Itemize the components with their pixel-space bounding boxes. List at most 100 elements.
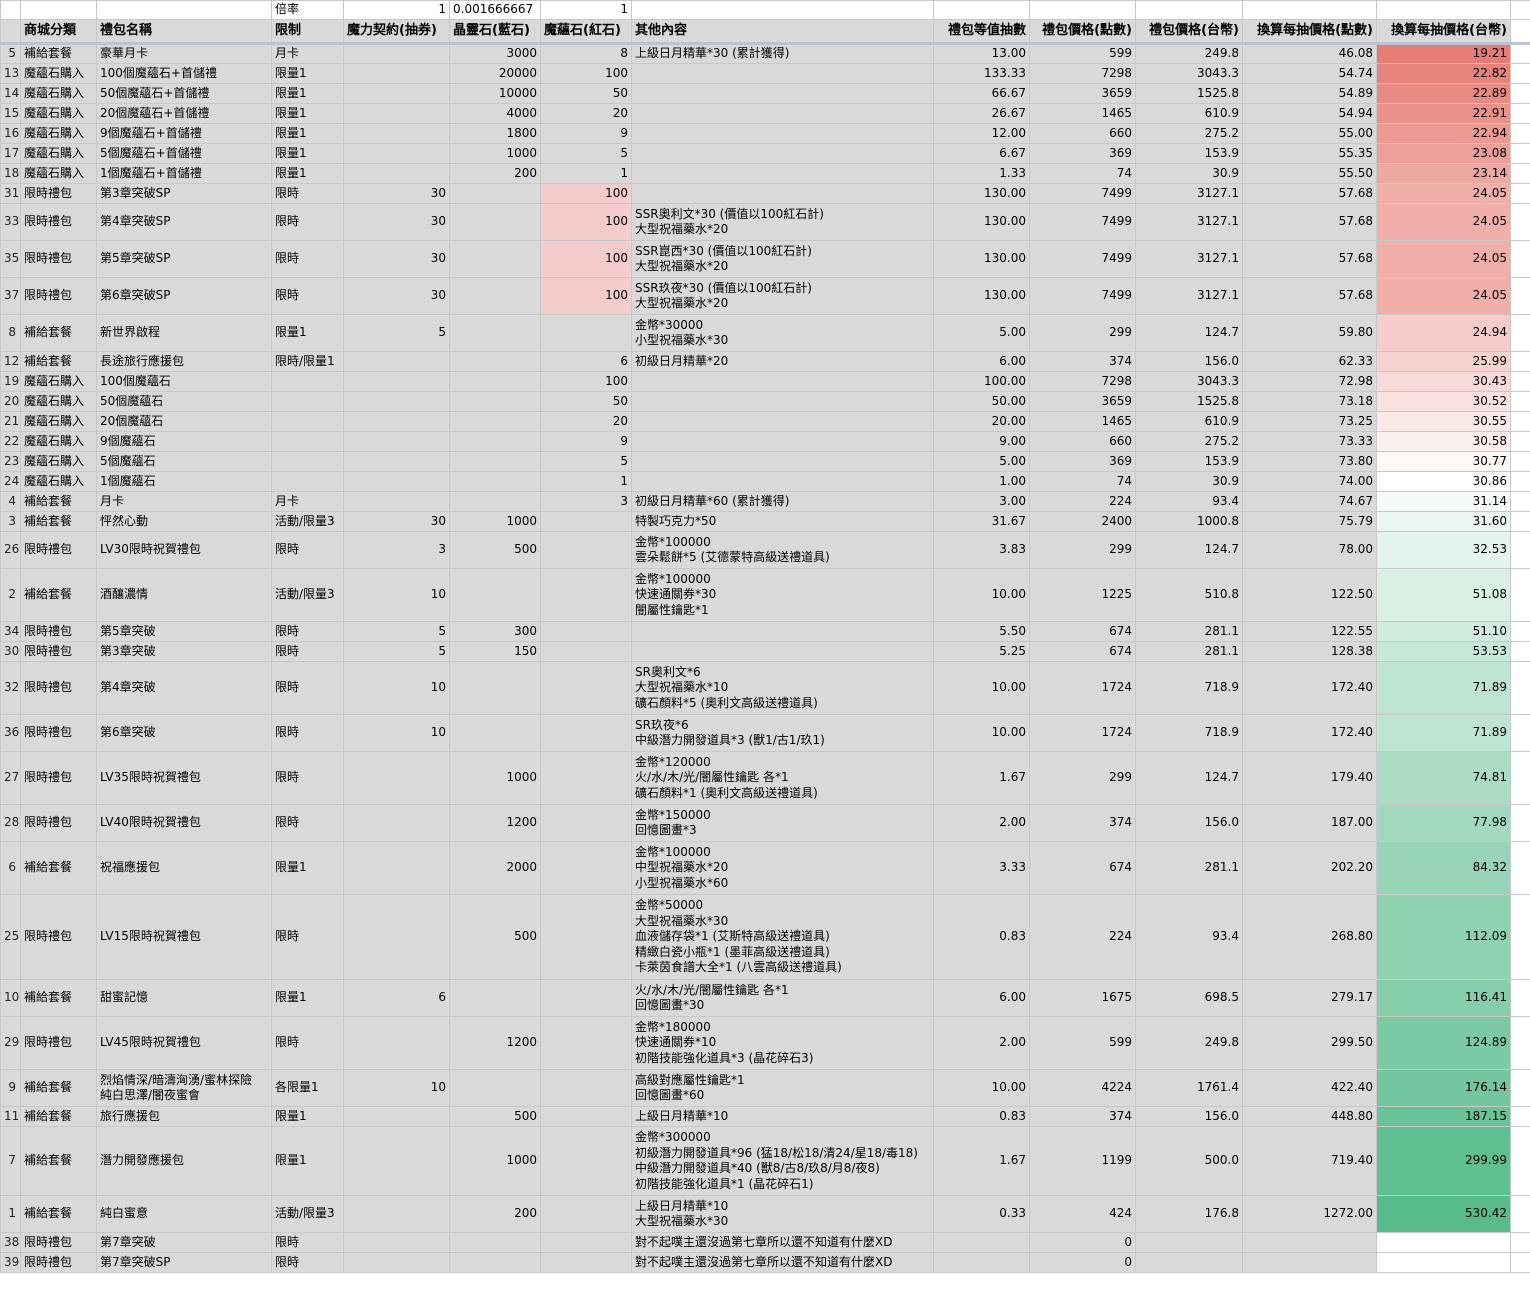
per-pull-points-cell[interactable]: 78.00 — [1242, 531, 1377, 569]
cell[interactable] — [1510, 351, 1530, 372]
header-per-pull-twd[interactable]: 換算每抽價格(台幣) — [1376, 19, 1511, 45]
cell[interactable] — [1510, 568, 1530, 622]
blue-stone-cell[interactable] — [449, 714, 541, 752]
red-stone-cell[interactable] — [540, 1016, 632, 1070]
ticket-cell[interactable]: 30 — [343, 240, 450, 278]
row-number[interactable]: 10 — [0, 979, 21, 1017]
limit-cell[interactable]: 限量1 — [271, 123, 344, 144]
price-twd-cell[interactable]: 3127.1 — [1135, 183, 1243, 204]
per-pull-points-cell[interactable]: 72.98 — [1242, 371, 1377, 392]
per-pull-points-cell[interactable]: 73.33 — [1242, 431, 1377, 452]
multiplier-label[interactable]: 倍率 — [271, 0, 344, 20]
cell[interactable] — [1510, 83, 1530, 104]
red-stone-cell[interactable]: 20 — [540, 411, 632, 432]
category-cell[interactable]: 補給套餐 — [20, 1106, 97, 1127]
header-cell[interactable] — [0, 19, 21, 45]
cell[interactable] — [1510, 203, 1530, 241]
blue-stone-cell[interactable] — [449, 568, 541, 622]
per-pull-twd-cell[interactable]: 30.77 — [1376, 451, 1511, 472]
price-twd-cell[interactable] — [1135, 1232, 1243, 1253]
name-cell[interactable]: 甜蜜記憶 — [96, 979, 272, 1017]
other-content-cell[interactable] — [631, 471, 934, 492]
price-points-cell[interactable]: 1675 — [1029, 979, 1136, 1017]
price-twd-cell[interactable]: 153.9 — [1135, 451, 1243, 472]
ticket-cell[interactable] — [343, 123, 450, 144]
row-number[interactable]: 21 — [0, 411, 21, 432]
per-pull-twd-cell[interactable]: 24.05 — [1376, 277, 1511, 315]
name-cell[interactable]: 第6章突破SP — [96, 277, 272, 315]
name-cell[interactable]: 第7章突破 — [96, 1232, 272, 1253]
red-stone-cell[interactable]: 100 — [540, 240, 632, 278]
other-content-cell[interactable]: SSR玖夜*30 (價值以100紅石計) 大型祝福藥水*20 — [631, 277, 934, 315]
limit-cell[interactable]: 限時 — [271, 277, 344, 315]
ticket-cell[interactable] — [343, 371, 450, 392]
price-points-cell[interactable]: 1724 — [1029, 661, 1136, 715]
per-pull-points-cell[interactable]: 122.55 — [1242, 621, 1377, 642]
blue-stone-cell[interactable] — [449, 203, 541, 241]
row-number[interactable]: 28 — [0, 804, 21, 842]
per-pull-points-cell[interactable]: 202.20 — [1242, 841, 1377, 895]
cell[interactable] — [1029, 0, 1136, 20]
per-pull-twd-cell[interactable]: 30.86 — [1376, 471, 1511, 492]
per-pull-twd-cell[interactable]: 51.10 — [1376, 621, 1511, 642]
other-content-cell[interactable]: 初級日月精華*60 (累計獲得) — [631, 491, 934, 512]
price-points-cell[interactable]: 7499 — [1029, 240, 1136, 278]
per-pull-twd-cell[interactable]: 530.42 — [1376, 1195, 1511, 1233]
cell[interactable] — [1510, 621, 1530, 642]
per-pull-points-cell[interactable]: 57.68 — [1242, 183, 1377, 204]
price-twd-cell[interactable]: 124.7 — [1135, 751, 1243, 805]
equiv-pulls-cell[interactable]: 0.33 — [933, 1195, 1030, 1233]
limit-cell[interactable]: 限時 — [271, 531, 344, 569]
limit-cell[interactable]: 限時 — [271, 203, 344, 241]
equiv-pulls-cell[interactable]: 3.00 — [933, 491, 1030, 512]
category-cell[interactable]: 魔蘊石購入 — [20, 83, 97, 104]
name-cell[interactable]: LV35限時祝賀禮包 — [96, 751, 272, 805]
per-pull-twd-cell[interactable]: 24.05 — [1376, 240, 1511, 278]
ticket-cell[interactable]: 10 — [343, 1069, 450, 1107]
price-twd-cell[interactable]: 718.9 — [1135, 714, 1243, 752]
row-number[interactable]: 8 — [0, 314, 21, 352]
per-pull-twd-cell[interactable]: 22.82 — [1376, 63, 1511, 84]
price-twd-cell[interactable]: 275.2 — [1135, 431, 1243, 452]
other-content-cell[interactable]: 金幣*180000 快速通關券*10 初階技能強化道具*3 (晶花碎石3) — [631, 1016, 934, 1070]
other-content-cell[interactable] — [631, 621, 934, 642]
per-pull-points-cell[interactable]: 57.68 — [1242, 240, 1377, 278]
ticket-cell[interactable]: 10 — [343, 661, 450, 715]
limit-cell[interactable]: 限時 — [271, 1016, 344, 1070]
price-twd-cell[interactable]: 1000.8 — [1135, 511, 1243, 532]
category-cell[interactable]: 補給套餐 — [20, 511, 97, 532]
limit-cell[interactable]: 限時 — [271, 804, 344, 842]
per-pull-twd-cell[interactable]: 22.89 — [1376, 83, 1511, 104]
ticket-cell[interactable] — [343, 491, 450, 512]
blue-stone-cell[interactable] — [449, 183, 541, 204]
equiv-pulls-cell[interactable]: 1.67 — [933, 1126, 1030, 1196]
blue-stone-cell[interactable] — [449, 431, 541, 452]
ticket-cell[interactable] — [343, 1126, 450, 1196]
red-stone-cell[interactable]: 1 — [540, 163, 632, 184]
category-cell[interactable]: 限時禮包 — [20, 894, 97, 980]
per-pull-twd-cell[interactable]: 22.94 — [1376, 123, 1511, 144]
ticket-cell[interactable]: 5 — [343, 621, 450, 642]
cell[interactable] — [96, 0, 272, 20]
per-pull-twd-cell[interactable]: 53.53 — [1376, 641, 1511, 662]
per-pull-twd-cell[interactable]: 25.99 — [1376, 351, 1511, 372]
ticket-cell[interactable]: 3 — [343, 531, 450, 569]
per-pull-twd-cell[interactable]: 71.89 — [1376, 661, 1511, 715]
name-cell[interactable]: 50個魔蘊石+首儲禮 — [96, 83, 272, 104]
limit-cell[interactable]: 限時/限量1 — [271, 351, 344, 372]
row-number[interactable]: 26 — [0, 531, 21, 569]
row-number[interactable]: 37 — [0, 277, 21, 315]
equiv-pulls-cell[interactable] — [933, 1232, 1030, 1253]
equiv-pulls-cell[interactable] — [933, 1252, 1030, 1273]
header-price-twd[interactable]: 禮包價格(台幣) — [1135, 19, 1243, 45]
per-pull-points-cell[interactable]: 128.38 — [1242, 641, 1377, 662]
price-twd-cell[interactable]: 249.8 — [1135, 1016, 1243, 1070]
limit-cell[interactable]: 限時 — [271, 1252, 344, 1273]
row-number[interactable]: 2 — [0, 568, 21, 622]
category-cell[interactable]: 限時禮包 — [20, 1232, 97, 1253]
blue-stone-cell[interactable] — [449, 1252, 541, 1273]
per-pull-twd-cell[interactable]: 31.14 — [1376, 491, 1511, 512]
price-points-cell[interactable]: 1225 — [1029, 568, 1136, 622]
row-number[interactable]: 22 — [0, 431, 21, 452]
red-stone-cell[interactable]: 100 — [540, 277, 632, 315]
